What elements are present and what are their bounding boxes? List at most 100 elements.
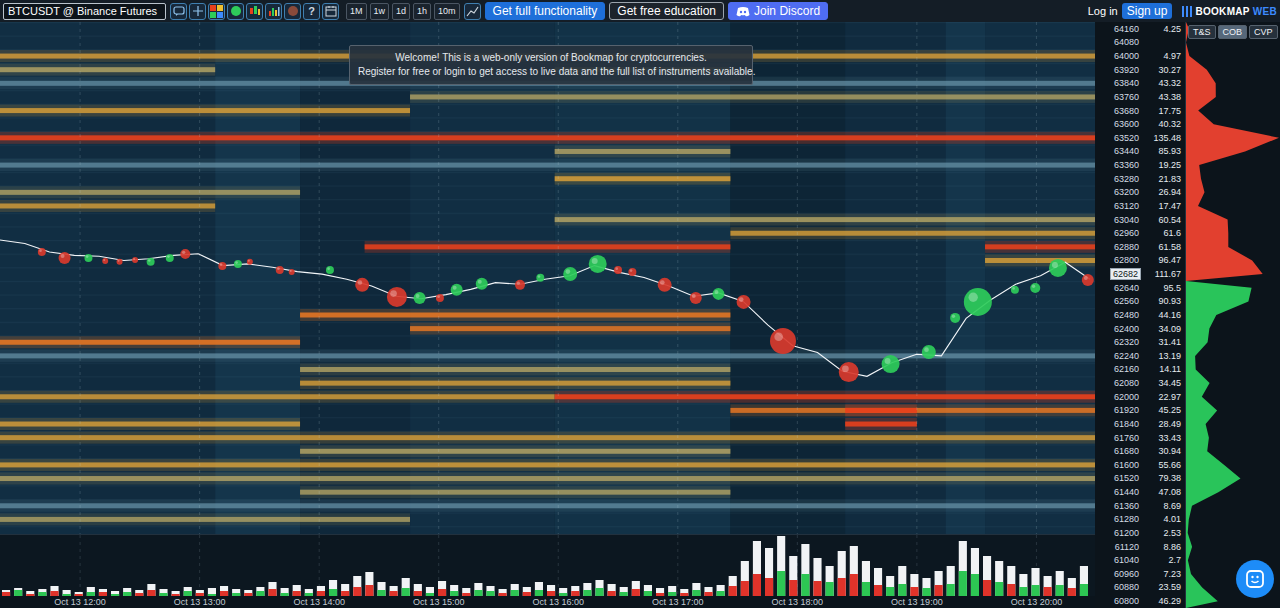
- price-cell: 63520: [1095, 133, 1142, 143]
- volume-bar: [898, 566, 906, 596]
- ladder-row: 6376043.38: [1095, 90, 1185, 104]
- chat-button[interactable]: [1236, 560, 1274, 598]
- timeframe-button[interactable]: 1d: [392, 3, 410, 20]
- time-gridline: [319, 22, 320, 534]
- price-cell: 61520: [1095, 473, 1142, 483]
- price-ladder: 641604.2564080640004.976392030.276384043…: [1095, 22, 1185, 608]
- ladder-row: 6232031.41: [1095, 335, 1185, 349]
- panel-tab[interactable]: CVP: [1249, 25, 1278, 39]
- primary-button[interactable]: Get full functionality: [485, 2, 606, 20]
- timeframe-group: 1M1w1d1h10m: [346, 3, 460, 20]
- ladder-row: 6360040.32: [1095, 117, 1185, 131]
- timeframe-button[interactable]: 10m: [434, 3, 460, 20]
- heatmap-area[interactable]: Welcome! This is a web-only version of B…: [0, 22, 1095, 534]
- ladder-row: 6240034.09: [1095, 322, 1185, 336]
- cob-value-cell: 30.94: [1142, 446, 1185, 456]
- timeframe-button[interactable]: 1M: [346, 3, 367, 20]
- cob-value-cell: 34.09: [1142, 324, 1185, 334]
- trade-bubble: [102, 258, 108, 264]
- volume-bar: [595, 580, 603, 596]
- cob-value-cell: 45.25: [1142, 405, 1185, 415]
- volume-bar: [656, 588, 664, 596]
- volume-bar: [547, 585, 555, 596]
- crosshair-button[interactable]: [189, 3, 206, 20]
- dot-button[interactable]: [227, 3, 244, 20]
- liquidity-band: [845, 418, 917, 430]
- trade-bubble: [387, 287, 407, 307]
- price-cell: 64000: [1095, 51, 1142, 61]
- time-gridline: [80, 535, 81, 596]
- volume-bar: [571, 586, 579, 596]
- trade-bubble: [1011, 286, 1019, 294]
- trade-bubble: [1082, 274, 1094, 286]
- signup-button[interactable]: Sign up: [1122, 3, 1173, 19]
- timeframe-button[interactable]: 1w: [370, 3, 390, 20]
- time-gridline: [916, 22, 917, 534]
- help-button[interactable]: ?: [303, 3, 320, 20]
- panel-tab[interactable]: T&S: [1188, 25, 1216, 39]
- volume-bar: [583, 583, 591, 596]
- volume-bar: [414, 584, 422, 596]
- volume-bar: [208, 588, 216, 596]
- bars-button[interactable]: [265, 3, 282, 20]
- cob-value-cell: 85.93: [1142, 146, 1185, 156]
- palette-button[interactable]: [208, 3, 225, 20]
- volume-bar: [729, 576, 737, 596]
- bubble-icon: [230, 5, 242, 17]
- bid-volume-area: [1186, 281, 1252, 608]
- logo-bars-icon: [1182, 6, 1192, 17]
- trade-bubble: [950, 313, 960, 323]
- volume-bar: [474, 583, 482, 596]
- price-cell: 62240: [1095, 351, 1142, 361]
- price-cell: 64080: [1095, 37, 1142, 47]
- cob-value-cell: 79.38: [1142, 473, 1185, 483]
- price-cell: 61920: [1095, 405, 1142, 415]
- instrument-select[interactable]: BTCUSDT @ Binance Futures: [3, 3, 166, 20]
- notice-line: Register for free or login to get access…: [358, 65, 744, 79]
- line-chart-button[interactable]: [464, 3, 481, 20]
- volume-bar: [935, 571, 943, 596]
- liquidity-band: [985, 254, 1095, 266]
- volume-bar: [426, 587, 434, 596]
- trade-bubble: [355, 278, 369, 292]
- volume-bar: [801, 544, 809, 596]
- volume-bar: [14, 588, 22, 596]
- volume-bar: [1080, 566, 1088, 596]
- volume-bar: [365, 572, 373, 596]
- volume-bar: [813, 558, 821, 596]
- panel-tab[interactable]: COB: [1218, 25, 1248, 39]
- liquidity-band: [365, 241, 731, 253]
- record-icon: [287, 5, 299, 17]
- calendar-button[interactable]: [322, 3, 339, 20]
- candles-button[interactable]: [246, 3, 263, 20]
- outline-button[interactable]: Get free education: [609, 2, 724, 20]
- ladder-row: 6184028.49: [1095, 417, 1185, 431]
- time-gridline: [558, 22, 559, 534]
- login-link[interactable]: Log in: [1088, 5, 1118, 17]
- trade-bubble: [117, 259, 123, 265]
- record-button[interactable]: [284, 3, 301, 20]
- timeframe-button[interactable]: 1h: [413, 3, 431, 20]
- ladder-row: 6152079.38: [1095, 472, 1185, 486]
- ladder-row: 612804.01: [1095, 513, 1185, 527]
- ladder-row: 6384043.32: [1095, 77, 1185, 91]
- trade-bubble: [712, 288, 724, 300]
- price-cell: 61680: [1095, 446, 1142, 456]
- discord-button[interactable]: Join Discord: [728, 2, 828, 20]
- liquidity-band: [410, 91, 1095, 103]
- bookmap-logo: BOOKMAPWEB: [1182, 6, 1277, 17]
- trade-bubble: [234, 260, 242, 268]
- chat-button[interactable]: [170, 3, 187, 20]
- price-cell: 63120: [1095, 201, 1142, 211]
- ladder-row: 640004.97: [1095, 49, 1185, 63]
- ladder-row: 6256090.93: [1095, 295, 1185, 309]
- volume-bar: [620, 587, 628, 596]
- liquidity-band: [300, 445, 730, 457]
- trade-bubble: [563, 267, 577, 281]
- trade-bubble: [38, 248, 46, 256]
- main-area: Welcome! This is a web-only version of B…: [0, 22, 1280, 608]
- trade-bubble: [147, 258, 155, 266]
- volume-bar: [559, 588, 567, 596]
- volume-bar: [256, 587, 264, 596]
- volume-bar: [317, 586, 325, 596]
